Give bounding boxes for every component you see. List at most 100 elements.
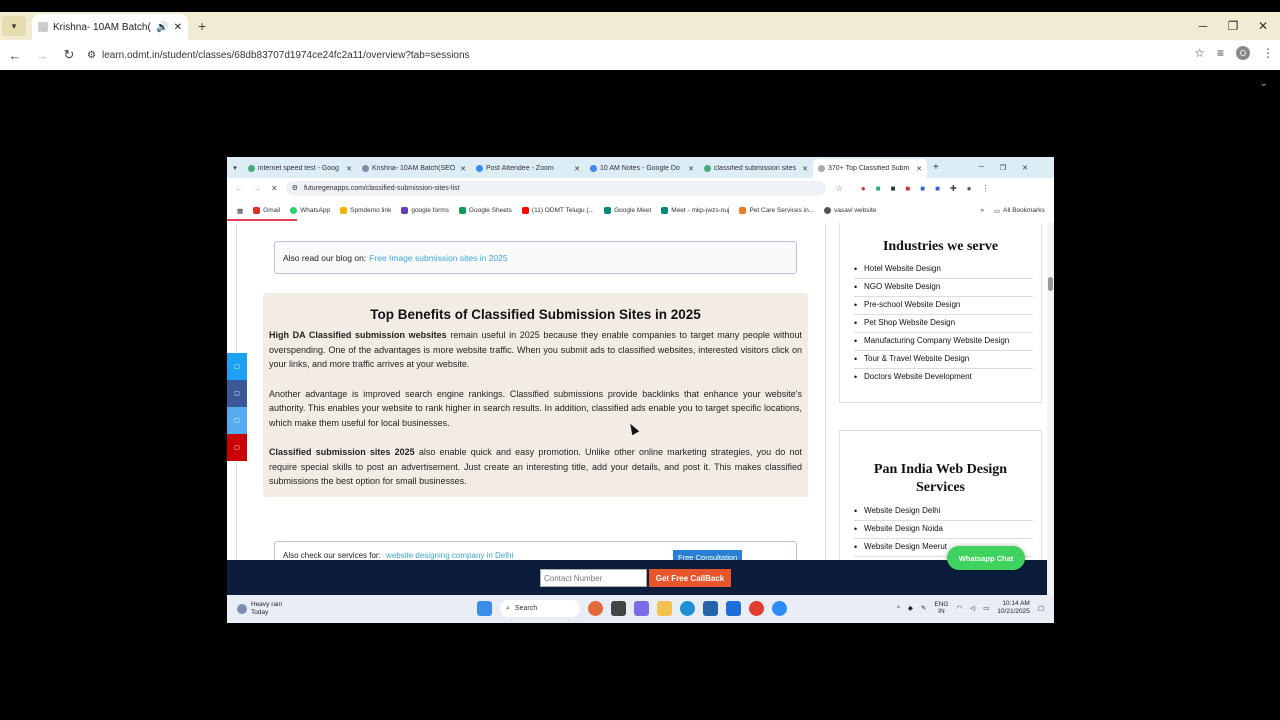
file-explorer-icon[interactable]	[657, 601, 672, 616]
extension-icon[interactable]: ■	[920, 184, 925, 193]
extension-icon[interactable]: ●	[861, 184, 866, 193]
weather-widget[interactable]: Heavy rain Today	[237, 601, 282, 617]
bookmark-star-icon[interactable]: ☆	[1194, 46, 1205, 60]
inner-back-button[interactable]: ←	[235, 184, 243, 193]
inner-bookmark-star-icon[interactable]: ☆	[836, 184, 843, 193]
bookmark-item[interactable]: Meet - mkp-jwzs-nuj	[661, 207, 729, 214]
wifi-icon[interactable]: ◠	[956, 604, 962, 612]
extension-icon[interactable]: ■	[891, 184, 896, 193]
maximize-button[interactable]: ❐	[1218, 12, 1248, 40]
city-link[interactable]: Website Design Delhi	[854, 503, 1033, 521]
task-view-icon[interactable]	[611, 601, 626, 616]
taskbar-search[interactable]: ⌕ Search	[500, 600, 580, 617]
inner-tab-active[interactable]: 370+ Top Classified Subm ✕	[813, 159, 927, 178]
bookmark-item[interactable]: Google Meet	[604, 207, 651, 214]
pinterest-share-icon[interactable]: ▢	[227, 434, 247, 461]
site-info-icon[interactable]: ⚙	[87, 50, 96, 61]
scrollbar-thumb[interactable]	[1048, 277, 1053, 291]
bookmark-item[interactable]: Spmdemo link	[340, 207, 391, 214]
contact-number-input[interactable]: Contact Number	[540, 569, 647, 587]
inner-profile-icon[interactable]: ●	[967, 184, 972, 193]
inner-stop-button[interactable]: ✕	[271, 184, 278, 193]
word-icon[interactable]	[726, 601, 741, 616]
inner-maximize-button[interactable]: ❐	[1000, 164, 1006, 172]
speaker-icon[interactable]: 🔊	[156, 22, 168, 33]
blog-link[interactable]: Free Image submission sites in 2025	[369, 253, 507, 263]
back-button[interactable]: ←	[3, 43, 27, 67]
bookmark-item[interactable]: Pet Care Services in...	[739, 207, 814, 214]
close-icon[interactable]: ✕	[346, 165, 352, 173]
inner-address-bar[interactable]: ⚙ futuregenapps.com/classified-submissio…	[285, 180, 826, 196]
extension-icon[interactable]: ■	[905, 184, 910, 193]
extension-icon[interactable]: ■	[935, 184, 940, 193]
new-tab-button[interactable]: +	[198, 18, 206, 34]
reload-button[interactable]: ↻	[57, 43, 81, 67]
reading-list-icon[interactable]: ≡	[1217, 46, 1224, 60]
inner-tab[interactable]: Krishna- 10AM Batch(SEO ✕	[357, 159, 471, 178]
inner-menu-dots-icon[interactable]: ⋮	[981, 184, 989, 193]
close-tab-icon[interactable]: ✕	[174, 22, 182, 33]
free-consultation-button[interactable]: Free Consultation	[673, 550, 743, 560]
close-icon[interactable]: ✕	[574, 165, 580, 173]
whatsapp-chat-button[interactable]: Whatsapp Chat	[947, 546, 1025, 570]
chrome-icon[interactable]	[749, 601, 764, 616]
close-window-button[interactable]: ✕	[1248, 12, 1278, 40]
notification-bell-icon[interactable]: ▢	[1038, 604, 1044, 612]
bookmark-item[interactable]: vasavi website	[824, 207, 876, 214]
inner-tab-menu-icon[interactable]: ▾	[227, 164, 243, 172]
industry-link[interactable]: Doctors Website Development	[854, 369, 1033, 387]
tab-search-button[interactable]: ▾	[2, 16, 26, 36]
language-indicator[interactable]: ENG IN	[934, 601, 948, 615]
bookmark-item[interactable]: WhatsApp	[290, 207, 330, 214]
copilot-icon[interactable]	[634, 601, 649, 616]
bookmark-item[interactable]: (11) ODMT Telugu (...	[521, 207, 594, 214]
services-link[interactable]: website designing company in Delhi	[386, 551, 513, 560]
windows-start-icon[interactable]	[477, 601, 492, 616]
close-icon[interactable]: ✕	[916, 165, 922, 173]
tray-chevron-up-icon[interactable]: ^	[897, 605, 900, 612]
minimize-button[interactable]: ─	[1188, 12, 1218, 40]
address-bar[interactable]: ⚙ learn.odmt.in/student/classes/68db8370…	[87, 44, 1227, 66]
close-icon[interactable]: ✕	[460, 165, 466, 173]
inner-tab[interactable]: classified submission sites ✕	[699, 159, 813, 178]
industry-link[interactable]: Tour & Travel Website Design	[854, 351, 1033, 369]
bookmark-item[interactable]: Google Sheets	[458, 207, 512, 214]
city-link[interactable]: Website Design Noida	[854, 521, 1033, 539]
outer-active-tab[interactable]: Krishna- 10AM Batch(SEO 🔊 ✕	[32, 14, 188, 40]
volume-icon[interactable]: ◁	[970, 604, 975, 612]
menu-dots-icon[interactable]: ⋮	[1262, 46, 1274, 60]
twitter-share-icon[interactable]: ▢	[227, 353, 247, 380]
battery-icon[interactable]: ▭	[983, 604, 989, 612]
industry-link[interactable]: Pre-school Website Design	[854, 297, 1033, 315]
telegram-share-icon[interactable]: ▢	[227, 407, 247, 434]
store-icon[interactable]	[703, 601, 718, 616]
chevron-down-icon[interactable]: ⌄	[1260, 78, 1268, 89]
zoom-app-icon[interactable]	[772, 601, 787, 616]
inner-tab[interactable]: Post Attendee - Zoom ✕	[471, 159, 585, 178]
extension-icon[interactable]: ■	[876, 184, 881, 193]
tray-pen-icon[interactable]: ✎	[921, 604, 926, 612]
industry-link[interactable]: NGO Website Design	[854, 279, 1033, 297]
bookmark-item[interactable]: google forms	[401, 207, 449, 214]
widgets-icon[interactable]	[588, 601, 603, 616]
industry-link[interactable]: Manufacturing Company Website Design	[854, 333, 1033, 351]
close-icon[interactable]: ✕	[688, 165, 694, 173]
edge-icon[interactable]	[680, 601, 695, 616]
site-info-icon[interactable]: ⚙	[292, 184, 298, 192]
get-free-callback-button[interactable]: Get Free CallBack	[649, 569, 731, 587]
inner-tab[interactable]: 10 AM Notes - Google Do ✕	[585, 159, 699, 178]
inner-minimize-button[interactable]: ─	[979, 164, 984, 171]
bookmark-item[interactable]: Gmail	[253, 207, 280, 214]
more-bookmarks-icon[interactable]: »	[980, 207, 984, 214]
all-bookmarks-folder[interactable]: ▭ All Bookmarks	[994, 207, 1045, 215]
inner-tab[interactable]: internet speed test - Goog ✕	[243, 159, 357, 178]
tray-app-icon[interactable]: ◆	[908, 604, 913, 612]
inner-new-tab-button[interactable]: +	[933, 162, 939, 173]
inner-close-button[interactable]: ✕	[1022, 164, 1028, 172]
profile-avatar[interactable]: O	[1236, 46, 1250, 60]
industry-link[interactable]: Hotel Website Design	[854, 261, 1033, 279]
apps-grid-icon[interactable]: ▦	[237, 207, 243, 215]
clock[interactable]: 10:14 AM 10/21/2025	[997, 600, 1030, 616]
extensions-puzzle-icon[interactable]: ✚	[950, 184, 957, 193]
industry-link[interactable]: Pet Shop Website Design	[854, 315, 1033, 333]
